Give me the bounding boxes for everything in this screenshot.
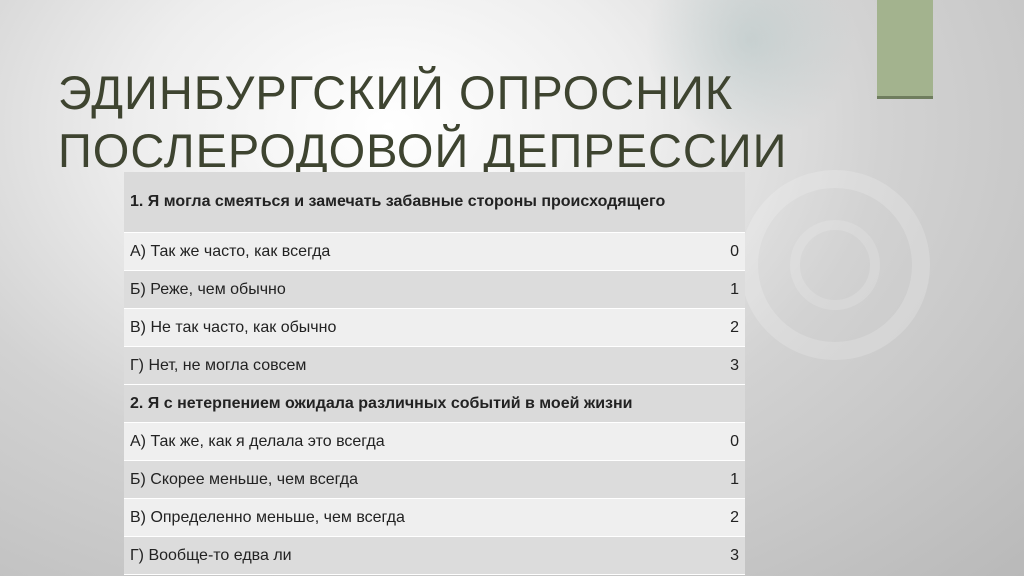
answer-row: А) Так же часто, как всегда 0 <box>124 232 745 271</box>
answer-label: А) Так же часто, как всегда <box>124 232 703 271</box>
answer-row: Б) Реже, чем обычно 1 <box>124 270 745 309</box>
answer-score: 0 <box>703 422 745 461</box>
answer-row: В) Не так часто, как обычно 2 <box>124 308 745 347</box>
answer-row: Б) Скорее меньше, чем всегда 1 <box>124 460 745 499</box>
question-row: 2. Я с нетерпением ожидала различных соб… <box>124 384 745 423</box>
answer-score: 0 <box>703 232 745 271</box>
answer-row: Г) Вообще-то едва ли 3 <box>124 536 745 575</box>
answer-label: Г) Нет, не могла совсем <box>124 346 703 385</box>
answer-label: Г) Вообще-то едва ли <box>124 536 703 575</box>
answer-label: А) Так же, как я делала это всегда <box>124 422 703 461</box>
question-text: 2. Я с нетерпением ожидала различных соб… <box>124 384 745 423</box>
answer-score: 3 <box>703 536 745 575</box>
answer-label: В) Не так часто, как обычно <box>124 308 703 347</box>
answer-row: А) Так же, как я делала это всегда 0 <box>124 422 745 461</box>
answer-score: 2 <box>703 498 745 537</box>
slide-title: ЭДИНБУРГСКИЙ ОПРОСНИК ПОСЛЕРОДОВОЙ ДЕПРЕ… <box>58 64 787 180</box>
question-row: 1. Я могла смеяться и замечать забавные … <box>124 172 745 233</box>
answer-label: Б) Реже, чем обычно <box>124 270 703 309</box>
questionnaire-table: 1. Я могла смеяться и замечать забавные … <box>124 172 745 575</box>
answer-row: В) Определенно меньше, чем всегда 2 <box>124 498 745 537</box>
accent-rectangle <box>877 0 933 99</box>
answer-score: 2 <box>703 308 745 347</box>
background-ring-inner <box>790 220 880 310</box>
answer-label: Б) Скорее меньше, чем всегда <box>124 460 703 499</box>
answer-row: Г) Нет, не могла совсем 3 <box>124 346 745 385</box>
answer-score: 3 <box>703 346 745 385</box>
answer-label: В) Определенно меньше, чем всегда <box>124 498 703 537</box>
answer-score: 1 <box>703 270 745 309</box>
answer-score: 1 <box>703 460 745 499</box>
slide-title-line-1: ЭДИНБУРГСКИЙ ОПРОСНИК <box>58 66 734 119</box>
question-text: 1. Я могла смеяться и замечать забавные … <box>124 172 745 233</box>
